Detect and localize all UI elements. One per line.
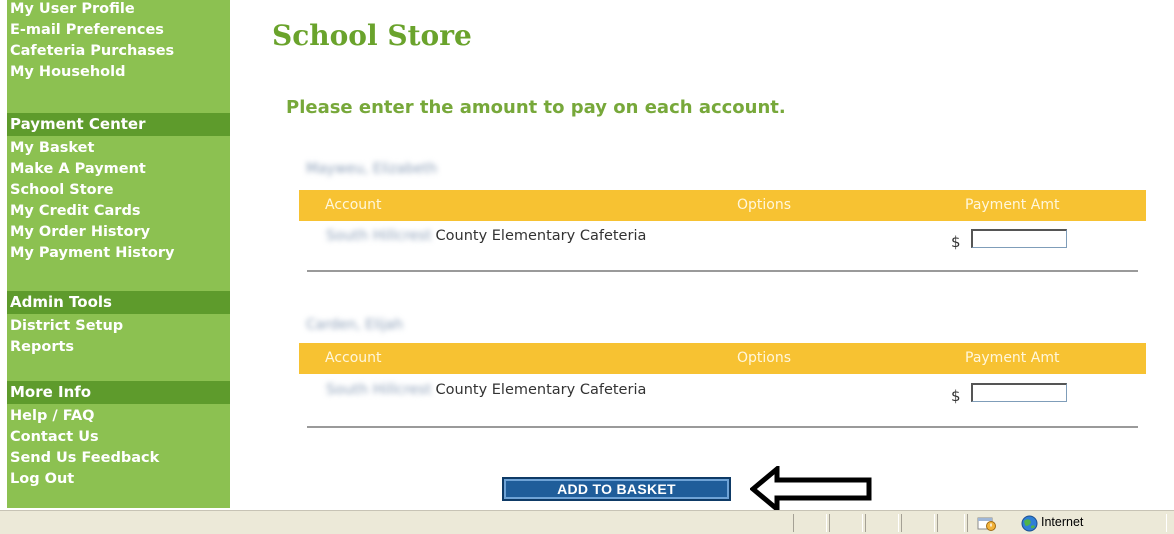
account-name: County Elementary Cafeteria: [435, 228, 647, 244]
payment-amount-input[interactable]: [971, 229, 1067, 248]
protected-mode-shield-icon: [977, 517, 996, 531]
account-row: South Hillcrest County Elementary Cafeter…: [326, 228, 646, 244]
row-divider: [307, 270, 1138, 272]
account-prefix: South Hillcrest: [326, 382, 432, 398]
account-row: South Hillcrest County Elementary Cafeter…: [326, 382, 646, 398]
student-name: Mayweu, Elizabeth: [306, 161, 438, 177]
status-pane: [865, 514, 899, 532]
sidebar-link-my-household[interactable]: My Household: [10, 62, 125, 83]
sidebar-link-my-user-profile[interactable]: My User Profile: [10, 0, 135, 20]
payment-amount-input[interactable]: [971, 383, 1067, 402]
column-header-options: Options: [737, 197, 792, 213]
page-title: School Store: [272, 19, 472, 52]
currency-symbol: $: [951, 233, 961, 251]
sidebar-link-my-credit-cards[interactable]: My Credit Cards: [10, 201, 140, 222]
sidebar-link-my-payment-history[interactable]: My Payment History: [10, 243, 174, 264]
status-pane: [793, 514, 827, 532]
sidebar-link-school-store[interactable]: School Store: [10, 180, 114, 201]
account-prefix: South Hillcrest: [326, 228, 432, 244]
column-header-options: Options: [737, 350, 792, 366]
sidebar-link-help-faq[interactable]: Help / FAQ: [10, 406, 95, 427]
sidebar-link-email-preferences[interactable]: E-mail Preferences: [10, 20, 164, 41]
student-name: Carden, Elijah: [306, 317, 404, 333]
sidebar-link-district-setup[interactable]: District Setup: [10, 316, 123, 337]
section-header-more-info: More Info: [7, 381, 230, 404]
section-header-payment-center: Payment Center: [7, 113, 230, 136]
left-arrow-icon: [750, 466, 872, 512]
currency-symbol: $: [951, 387, 961, 405]
status-pane: [829, 514, 863, 532]
account-table-header: Account Options Payment Amt: [299, 343, 1146, 374]
sidebar-link-cafeteria-purchases[interactable]: Cafeteria Purchases: [10, 41, 174, 62]
account-table-header: Account Options Payment Amt: [299, 190, 1146, 221]
security-zone-label: Internet: [1041, 515, 1084, 529]
section-header-admin-tools: Admin Tools: [7, 291, 230, 314]
sidebar-nav: My User Profile E-mail Preferences Cafet…: [7, 0, 230, 508]
row-divider: [307, 426, 1138, 428]
column-header-payment-amt: Payment Amt: [965, 350, 1060, 366]
status-pane: [937, 514, 965, 532]
sidebar-link-my-order-history[interactable]: My Order History: [10, 222, 150, 243]
column-header-payment-amt: Payment Amt: [965, 197, 1060, 213]
instructions-text: Please enter the amount to pay on each a…: [286, 97, 786, 118]
sidebar-link-my-basket[interactable]: My Basket: [10, 138, 94, 159]
status-pane: [901, 514, 935, 532]
sidebar-link-reports[interactable]: Reports: [10, 337, 74, 358]
sidebar-link-log-out[interactable]: Log Out: [10, 469, 74, 490]
browser-status-bar: Internet: [0, 510, 1174, 534]
sidebar-link-make-a-payment[interactable]: Make A Payment: [10, 159, 146, 180]
sidebar-link-send-us-feedback[interactable]: Send Us Feedback: [10, 448, 159, 469]
internet-globe-icon: [1021, 515, 1038, 532]
account-name: County Elementary Cafeteria: [435, 382, 647, 398]
column-header-account: Account: [325, 197, 382, 213]
column-header-account: Account: [325, 350, 382, 366]
add-to-basket-button[interactable]: ADD TO BASKET: [502, 477, 731, 501]
sidebar-link-contact-us[interactable]: Contact Us: [10, 427, 99, 448]
